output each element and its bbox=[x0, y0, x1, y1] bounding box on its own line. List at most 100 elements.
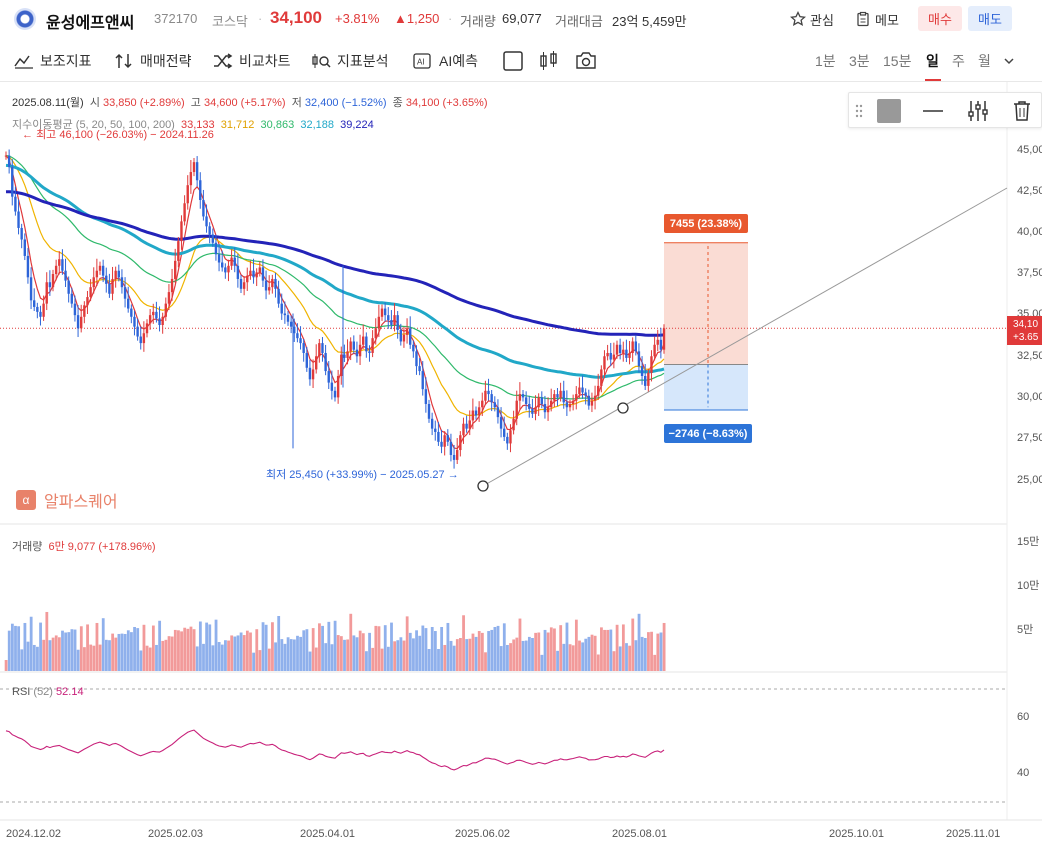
volume-bar bbox=[136, 628, 140, 671]
candle-body bbox=[89, 287, 92, 298]
high-note-text: 최고 46,100 (−26.03%) − 2024.11.26 bbox=[36, 129, 214, 141]
volume-value: 69,077 bbox=[502, 11, 542, 26]
volume-bar bbox=[64, 632, 68, 671]
volume-bar bbox=[540, 654, 544, 671]
timeframe-day[interactable]: 일 bbox=[926, 51, 939, 71]
analysis-button[interactable]: 지표분석 bbox=[311, 50, 389, 72]
candle-body bbox=[515, 400, 518, 419]
chevron-down-icon[interactable] bbox=[1003, 56, 1015, 66]
volume-bar bbox=[202, 643, 205, 671]
volume-bar bbox=[7, 630, 11, 671]
rsi-line bbox=[5, 729, 665, 771]
last-price-change: +3.65 bbox=[1013, 332, 1039, 343]
candle-body bbox=[318, 343, 321, 357]
candle-body bbox=[189, 172, 193, 186]
ai-button[interactable]: AI AI예측 bbox=[411, 50, 478, 72]
candle-body bbox=[80, 316, 83, 329]
ema-line-20 bbox=[5, 155, 665, 419]
volume-bar bbox=[57, 637, 61, 671]
candle-body bbox=[39, 311, 42, 317]
stock-name[interactable]: 윤성에프앤씨 bbox=[46, 9, 134, 33]
volume-bar bbox=[70, 629, 74, 671]
trash-icon[interactable] bbox=[1011, 99, 1033, 123]
volume-axis-label: 10만 bbox=[1017, 580, 1040, 592]
volume-bar bbox=[462, 615, 465, 671]
candle-body bbox=[644, 376, 647, 386]
volume-bar bbox=[192, 629, 196, 671]
timeframe-15m[interactable]: 15분 bbox=[883, 51, 911, 71]
fill-color-swatch[interactable] bbox=[877, 99, 901, 123]
volume-bar bbox=[29, 616, 33, 671]
candle-body bbox=[365, 336, 368, 352]
volume-bar bbox=[365, 651, 368, 671]
candle-body bbox=[58, 259, 61, 266]
ma100-value: 32,188 bbox=[300, 119, 334, 131]
candle-body bbox=[383, 308, 387, 316]
volume-bar bbox=[355, 637, 359, 671]
candle-body bbox=[481, 400, 484, 408]
chart-type-button[interactable] bbox=[502, 50, 530, 72]
memo-button[interactable]: 메모 bbox=[855, 6, 899, 32]
candle-body bbox=[474, 410, 478, 416]
volume-bar bbox=[261, 622, 265, 671]
candle-body bbox=[286, 315, 290, 322]
candle-body bbox=[67, 280, 70, 294]
candle-body bbox=[340, 354, 343, 377]
candle-body bbox=[202, 199, 205, 217]
loss-badge[interactable]: −2746 (−8.63%) bbox=[664, 424, 752, 443]
watch-button[interactable]: 관심 bbox=[790, 6, 834, 32]
volume-bar bbox=[151, 625, 155, 671]
buy-button[interactable]: 매수 bbox=[918, 6, 962, 31]
volume-bar bbox=[333, 620, 337, 671]
candle-body bbox=[211, 234, 214, 243]
candle-body bbox=[468, 420, 471, 429]
candle-body bbox=[33, 300, 36, 307]
candle-body bbox=[11, 167, 14, 197]
volume-bar bbox=[42, 639, 46, 671]
candle-style-button[interactable] bbox=[538, 50, 566, 72]
timeframe-month[interactable]: 월 bbox=[978, 51, 991, 71]
candle-body bbox=[559, 390, 562, 398]
strategy-button[interactable]: 매매전략 bbox=[114, 50, 192, 72]
volume-bar bbox=[330, 644, 334, 671]
volume-bar bbox=[593, 635, 597, 671]
volume-bar bbox=[17, 626, 21, 671]
candle-body bbox=[264, 280, 268, 291]
candle-body bbox=[443, 435, 446, 447]
compare-button[interactable]: 비교차트 bbox=[213, 50, 291, 72]
volume-bar bbox=[474, 636, 478, 671]
volume-bar bbox=[574, 619, 578, 671]
watch-label: 관심 bbox=[810, 12, 834, 28]
candle-body bbox=[324, 352, 327, 372]
drag-handle-icon[interactable] bbox=[855, 103, 863, 119]
timeframe-1m[interactable]: 1분 bbox=[815, 51, 836, 71]
settings-sliders-icon[interactable] bbox=[967, 99, 989, 123]
brand-name: 알파스퀘어 bbox=[44, 494, 118, 511]
candle-body bbox=[528, 403, 531, 409]
candle-body bbox=[640, 366, 644, 377]
sell-button[interactable]: 매도 bbox=[968, 6, 1012, 31]
indicators-button[interactable]: 보조지표 bbox=[14, 50, 92, 72]
profit-badge[interactable]: 7455 (23.38%) bbox=[664, 214, 748, 233]
volume-bar bbox=[455, 639, 459, 671]
timeframe-3m[interactable]: 3분 bbox=[849, 51, 870, 71]
line-style-icon[interactable] bbox=[921, 101, 945, 121]
candle-body bbox=[568, 403, 572, 408]
star-icon bbox=[790, 11, 806, 26]
candle-body bbox=[418, 366, 421, 372]
screenshot-button[interactable] bbox=[574, 50, 604, 72]
volume-bar bbox=[339, 636, 343, 671]
candle-body bbox=[114, 270, 117, 279]
candle-body bbox=[597, 385, 600, 396]
candle-body bbox=[164, 303, 167, 317]
candle-body bbox=[512, 418, 515, 431]
volume-bar bbox=[227, 640, 230, 671]
timeframe-week[interactable]: 주 bbox=[952, 51, 965, 71]
candle-body bbox=[221, 262, 224, 268]
candle-body bbox=[415, 351, 418, 367]
high-note: ← 최고 46,100 (−26.03%) − 2024.11.26 bbox=[22, 129, 214, 141]
candle-body bbox=[487, 390, 490, 395]
candle-body bbox=[631, 341, 634, 353]
candle-body bbox=[521, 394, 525, 398]
volume-bar bbox=[465, 639, 469, 671]
